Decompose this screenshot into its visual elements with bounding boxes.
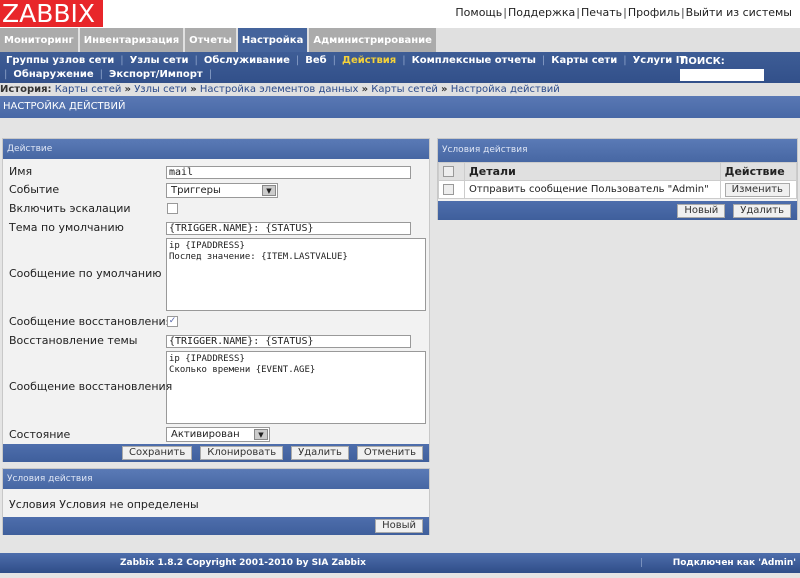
search-label: ПОИСК:	[680, 56, 725, 67]
message-label: Сообщение по умолчанию	[9, 267, 162, 280]
chevron-down-icon: ▼	[262, 185, 276, 196]
row-checkbox-cell	[438, 180, 465, 199]
conditions-row: Условия Условия не определены	[9, 498, 199, 511]
history-item[interactable]: Настройка действий	[451, 84, 560, 95]
status-select[interactable]: Активирован ▼	[166, 427, 270, 442]
top-links: Помощь|Поддержка|Печать|Профиль|Выйти из…	[455, 6, 792, 19]
logout-link[interactable]: Выйти из системы	[686, 6, 792, 19]
history-item[interactable]: Карты сетей	[55, 84, 122, 95]
select-all-cell	[438, 162, 465, 181]
row-details: Отправить сообщение Пользователь "Admin"	[464, 180, 721, 199]
page-title: НАСТРОЙКА ДЕЙСТВИЙ	[0, 96, 800, 118]
conditions-value: Условия не определены	[59, 498, 199, 511]
submenu-discovery[interactable]: Обнаружение	[7, 69, 99, 80]
new-operation-button[interactable]: Новый	[677, 203, 726, 218]
recovery-subject-input[interactable]: {TRIGGER.NAME}: {STATUS}	[166, 335, 411, 348]
conditions-label: Условия	[9, 498, 56, 511]
copyright: Zabbix 1.8.2 Copyright 2001-2010 by SIA …	[120, 558, 366, 568]
tab-configuration[interactable]: Настройка	[237, 28, 310, 52]
panel-title: Действие	[3, 139, 429, 159]
row-action-cell: Изменить	[719, 180, 798, 199]
table-row: Отправить сообщение Пользователь "Admin"…	[438, 180, 798, 199]
edit-button[interactable]: Изменить	[724, 182, 790, 197]
support-link[interactable]: Поддержка	[508, 6, 575, 19]
action-form-panel: Действие Имя mail Событие Триггеры ▼ Вклю…	[2, 138, 430, 462]
operations-button-bar: Новый Удалить	[438, 201, 797, 220]
subject-label: Тема по умолчанию	[9, 221, 124, 234]
panel-title: Условия действия	[438, 139, 797, 162]
conditions-panel: Условия действия Условия Условия не опре…	[2, 468, 430, 535]
print-link[interactable]: Печать	[581, 6, 622, 19]
event-select-value: Триггеры	[171, 185, 221, 196]
history-label: История:	[0, 84, 52, 95]
operations-panel: Условия действия Детали Действие Отправи…	[437, 138, 798, 220]
footer: Zabbix 1.8.2 Copyright 2001-2010 by SIA …	[0, 553, 800, 573]
operations-table: Детали Действие Отправить сообщение Поль…	[438, 162, 798, 199]
connected-as: Подключен как 'Admin'	[672, 558, 796, 568]
main-menu: Мониторинг Инвентаризация Отчеты Настрой…	[0, 28, 800, 52]
clone-button[interactable]: Клонировать	[200, 446, 284, 460]
escalation-label: Включить эскалации	[9, 202, 131, 215]
conditions-button-bar: Новый	[3, 517, 429, 535]
row-checkbox[interactable]	[443, 184, 454, 195]
tab-inventory[interactable]: Инвентаризация	[79, 28, 186, 52]
recovery-message-label: Сообщение восстановления	[9, 380, 173, 393]
zabbix-logo[interactable]: ZABBIX	[0, 0, 103, 27]
submenu-maps[interactable]: Карты сети	[545, 55, 623, 66]
save-button[interactable]: Сохранить	[121, 446, 193, 460]
delete-button[interactable]: Удалить	[291, 446, 349, 460]
submenu-web[interactable]: Веб	[299, 55, 332, 66]
profile-link[interactable]: Профиль	[628, 6, 680, 19]
submenu-hosts[interactable]: Узлы сети	[124, 55, 195, 66]
name-input[interactable]: mail	[166, 166, 411, 179]
message-textarea[interactable]: ip {IPADDRESS} Послед значение: {ITEM.LA…	[166, 238, 426, 311]
tab-administration[interactable]: Администрирование	[309, 28, 438, 52]
table-header: Детали Действие	[438, 162, 798, 181]
event-label: Событие	[9, 183, 60, 196]
submenu-host-groups[interactable]: Группы узлов сети	[0, 55, 120, 66]
status-select-value: Активирован	[171, 429, 240, 440]
help-link[interactable]: Помощь	[455, 6, 502, 19]
history-item[interactable]: Карты сетей	[371, 84, 438, 95]
search-input[interactable]	[680, 69, 764, 81]
event-select[interactable]: Триггеры ▼	[166, 183, 278, 198]
recovery-label: Сообщение восстановления	[9, 315, 173, 328]
cancel-button[interactable]: Отменить	[356, 446, 423, 460]
recovery-checkbox[interactable]: ✓	[167, 316, 178, 327]
escalation-checkbox[interactable]	[167, 203, 178, 214]
delete-operation-button[interactable]: Удалить	[733, 203, 791, 218]
footer-divider: |	[640, 558, 644, 568]
panel-title: Условия действия	[3, 469, 429, 489]
history-item[interactable]: Настройка элементов данных	[200, 84, 359, 95]
submenu-export-import[interactable]: Экспорт/Импорт	[103, 69, 209, 80]
col-action: Действие	[719, 162, 798, 181]
submenu-maintenance[interactable]: Обслуживание	[198, 55, 296, 66]
new-condition-button[interactable]: Новый	[375, 519, 423, 533]
recovery-message-textarea[interactable]: ip {IPADDRESS} Сколько времени {EVENT.AG…	[166, 351, 426, 424]
submenu-actions[interactable]: Действия	[336, 55, 402, 66]
breadcrumb: История: Карты сетей » Узлы сети » Настр…	[0, 83, 800, 96]
form-button-bar: Сохранить Клонировать Удалить Отменить	[3, 444, 429, 462]
history-item[interactable]: Узлы сети	[134, 84, 187, 95]
status-label: Состояние	[9, 428, 71, 441]
recovery-subject-label: Восстановление темы	[9, 334, 138, 347]
subject-input[interactable]: {TRIGGER.NAME}: {STATUS}	[166, 222, 411, 235]
tab-monitoring[interactable]: Мониторинг	[0, 28, 80, 52]
chevron-down-icon: ▼	[254, 429, 268, 440]
select-all-checkbox[interactable]	[443, 166, 454, 177]
submenu-screens[interactable]: Комплексные отчеты	[406, 55, 542, 66]
tab-reports[interactable]: Отчеты	[185, 28, 238, 52]
col-details: Детали	[464, 162, 721, 181]
name-label: Имя	[9, 165, 33, 178]
